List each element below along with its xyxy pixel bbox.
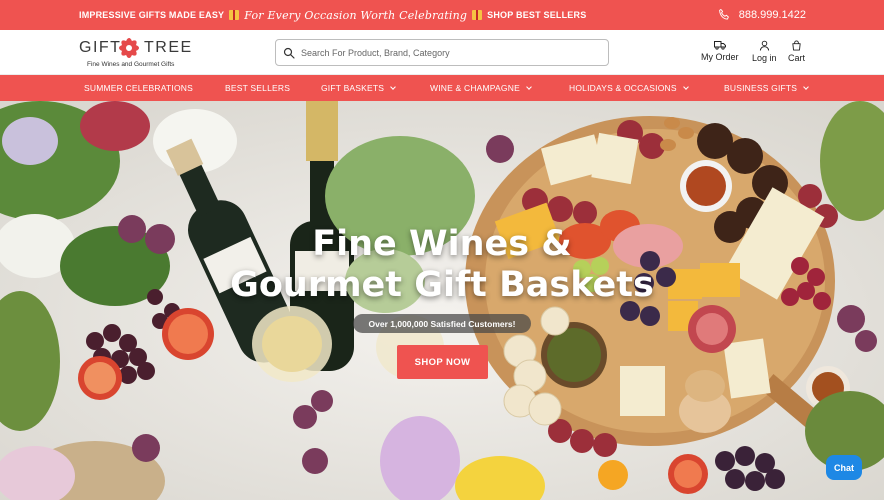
- main-nav: SUMMER CELEBRATIONS BEST SELLERS GIFT BA…: [0, 75, 884, 101]
- gift-tree-logo[interactable]: GIFT TREE Fine Wines and Gourmet Gifts: [79, 35, 191, 71]
- hero-title: Fine Wines & Gourmet Gift Baskets: [190, 224, 694, 306]
- login-link[interactable]: Log in: [752, 40, 777, 63]
- nav-item-summer-celebrations[interactable]: SUMMER CELEBRATIONS: [84, 75, 193, 101]
- nav-item-label: BEST SELLERS: [225, 83, 291, 93]
- nav-item-gift-baskets[interactable]: GIFT BASKETS: [321, 75, 397, 101]
- truck-icon: [713, 41, 726, 50]
- my-order-link[interactable]: My Order: [701, 40, 739, 62]
- logo-word-right: TREE: [144, 39, 193, 56]
- shop-best-sellers-link[interactable]: SHOP BEST SELLERS: [487, 10, 586, 20]
- nav-item-best-sellers[interactable]: BEST SELLERS: [225, 75, 290, 101]
- flower-logo-icon: [119, 38, 139, 58]
- hero-title-line1: Fine Wines &: [312, 224, 572, 264]
- promo-script-text: For Every Occasion Worth Celebrating: [244, 8, 468, 22]
- nav-item-label: BUSINESS GIFTS: [724, 83, 798, 93]
- user-icon: [759, 40, 769, 51]
- search-input[interactable]: [301, 47, 591, 58]
- search-icon: [283, 47, 295, 59]
- nav-item-label: WINE & CHAMPAGNE: [430, 83, 520, 93]
- phone-link[interactable]: 888.999.1422: [717, 0, 806, 30]
- chat-button[interactable]: Chat: [826, 455, 862, 480]
- chevron-down-icon: [390, 83, 397, 90]
- hero-banner: Fine Wines & Gourmet Gift Baskets Over 1…: [0, 101, 884, 500]
- my-order-label: My Order: [701, 52, 739, 62]
- nav-item-label: GIFT BASKETS: [321, 83, 385, 93]
- nav-item-holidays-occasions[interactable]: HOLIDAYS & OCCASIONS: [569, 75, 689, 101]
- nav-item-wine-champagne[interactable]: WINE & CHAMPAGNE: [430, 75, 532, 101]
- site-header: GIFT TREE Fine Wines and Gourmet Gifts S…: [0, 30, 884, 75]
- nav-item-business-gifts[interactable]: BUSINESS GIFTS: [724, 75, 810, 101]
- phone-number: 888.999.1422: [738, 9, 806, 21]
- nav-item-label: SUMMER CELEBRATIONS: [84, 83, 193, 93]
- cart-label: Cart: [788, 53, 806, 63]
- promo-left[interactable]: IMPRESSIVE GIFTS MADE EASY For Every Occ…: [79, 0, 586, 30]
- gift-icon: [229, 10, 240, 20]
- promo-bar: IMPRESSIVE GIFTS MADE EASY For Every Occ…: [0, 0, 884, 30]
- cart-link[interactable]: Cart: [788, 40, 805, 63]
- phone-icon: [718, 8, 729, 20]
- hero-title-line2: Gourmet Gift Baskets: [230, 265, 654, 305]
- login-label: Log in: [752, 53, 777, 63]
- promo-left-text: IMPRESSIVE GIFTS MADE EASY: [79, 10, 225, 20]
- chevron-down-icon: [803, 83, 810, 90]
- nav-item-label: HOLIDAYS & OCCASIONS: [569, 83, 677, 93]
- shop-now-button[interactable]: SHOP NOW: [397, 345, 488, 379]
- customers-badge: Over 1,000,000 Satisfied Customers!: [353, 314, 531, 333]
- gift-icon: [472, 10, 483, 20]
- chevron-down-icon: [526, 83, 532, 90]
- search-bar[interactable]: [275, 39, 609, 66]
- cart-bag-icon: [792, 40, 801, 51]
- chevron-down-icon: [682, 83, 689, 90]
- logo-tagline: Fine Wines and Gourmet Gifts: [87, 61, 175, 68]
